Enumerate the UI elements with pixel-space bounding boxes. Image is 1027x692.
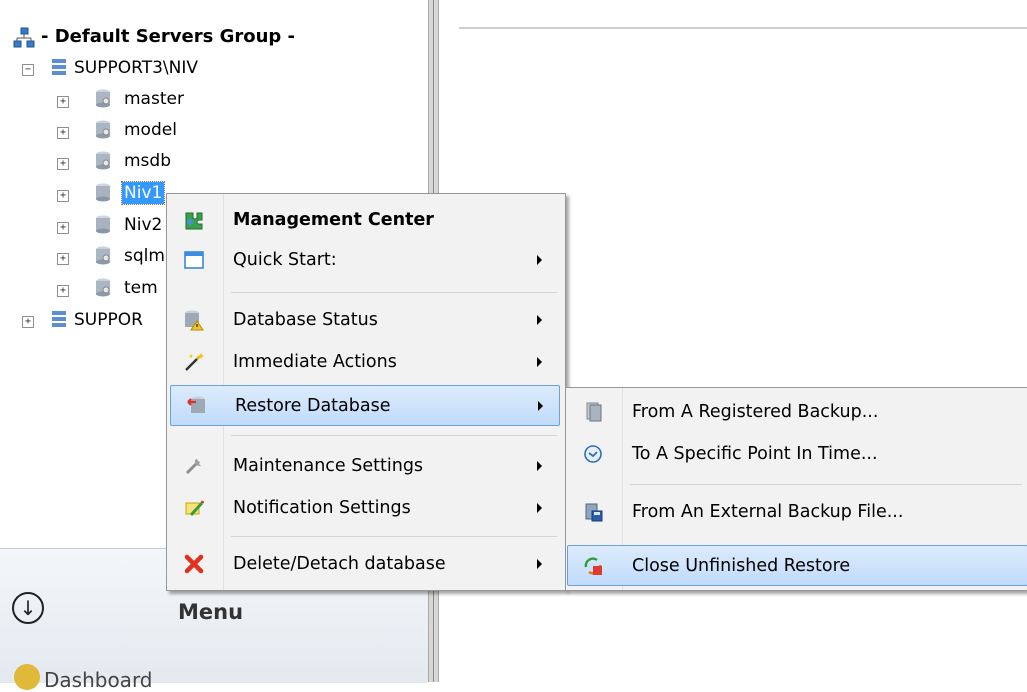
registered-backup-icon bbox=[586, 402, 602, 422]
system-database-icon bbox=[96, 120, 110, 139]
server-stack-icon bbox=[52, 311, 66, 327]
submenu-arrow-icon bbox=[537, 357, 542, 367]
db-node-model[interactable]: model bbox=[122, 119, 179, 141]
magic-wand-icon bbox=[185, 353, 204, 371]
server-2-expand-toggle[interactable]: + bbox=[22, 316, 34, 328]
db-tem-expand-toggle[interactable]: + bbox=[57, 285, 69, 297]
menu-separator bbox=[630, 484, 1022, 485]
menu-item-immediate-actions[interactable]: Immediate Actions bbox=[169, 342, 561, 382]
database-status-icon bbox=[185, 310, 204, 331]
menu-title: Menu bbox=[178, 600, 244, 624]
submenu-arrow-icon bbox=[537, 559, 542, 569]
menu-item-quick-start[interactable]: Quick Start: bbox=[169, 240, 561, 280]
red-x-icon bbox=[184, 554, 204, 574]
db-master-expand-toggle[interactable]: + bbox=[57, 96, 69, 108]
menu-item-to-specific-point-in-time[interactable]: To A Specific Point In Time... bbox=[568, 434, 1026, 474]
server-1-collapse-toggle[interactable]: − bbox=[22, 64, 34, 76]
content-divider bbox=[459, 27, 1027, 29]
server-group-icon bbox=[13, 27, 35, 48]
db-model-expand-toggle[interactable]: + bbox=[57, 127, 69, 139]
db-node-niv2[interactable]: Niv2 bbox=[122, 214, 164, 236]
db-node-tem[interactable]: tem bbox=[122, 277, 160, 299]
menu-item-notification-settings[interactable]: Notification Settings bbox=[169, 488, 561, 528]
db-node-msdb[interactable]: msdb bbox=[122, 150, 173, 172]
dashboard-nav-item[interactable]: Dashboard bbox=[44, 668, 153, 692]
menu-separator bbox=[231, 292, 557, 293]
system-database-icon bbox=[96, 151, 110, 170]
management-center-icon bbox=[185, 212, 203, 230]
system-database-icon bbox=[96, 89, 110, 108]
menu-item-restore-database[interactable]: Restore Database bbox=[170, 385, 560, 426]
wrench-icon bbox=[185, 459, 201, 475]
menu-item-delete-detach-database[interactable]: Delete/Detach database bbox=[169, 544, 561, 584]
database-context-menu: Management Center Quick Start: Database … bbox=[166, 193, 566, 591]
db-niv1-expand-toggle[interactable]: + bbox=[57, 190, 69, 202]
menu-separator bbox=[231, 435, 557, 436]
quick-start-icon bbox=[184, 251, 204, 269]
menu-item-maintenance-settings[interactable]: Maintenance Settings bbox=[169, 446, 561, 486]
close-restore-icon bbox=[584, 557, 602, 575]
submenu-arrow-icon bbox=[537, 255, 542, 265]
submenu-arrow-icon bbox=[537, 503, 542, 513]
menu-item-close-unfinished-restore[interactable]: Close Unfinished Restore bbox=[567, 545, 1027, 586]
db-sqlm-expand-toggle[interactable]: + bbox=[57, 253, 69, 265]
menu-item-from-external-backup-file[interactable]: From An External Backup File... bbox=[568, 492, 1026, 532]
db-msdb-expand-toggle[interactable]: + bbox=[57, 158, 69, 170]
external-backup-file-icon bbox=[585, 503, 603, 522]
clock-icon bbox=[584, 445, 602, 463]
menu-item-database-status[interactable]: Database Status bbox=[169, 300, 561, 340]
user-database-icon bbox=[96, 215, 110, 234]
submenu-arrow-icon bbox=[537, 461, 542, 471]
submenu-arrow-icon bbox=[538, 401, 543, 411]
collapse-arrow-down-icon[interactable]: ↓ bbox=[12, 592, 44, 624]
restore-database-icon bbox=[187, 396, 205, 413]
dashboard-icon bbox=[14, 664, 40, 690]
menu-separator bbox=[231, 536, 557, 537]
submenu-arrow-icon bbox=[537, 315, 542, 325]
db-node-master[interactable]: master bbox=[122, 88, 186, 110]
user-database-icon bbox=[96, 183, 110, 202]
server-stack-icon bbox=[52, 59, 66, 75]
system-database-icon bbox=[96, 278, 110, 297]
restore-database-submenu: From A Registered Backup... To A Specifi… bbox=[565, 387, 1027, 591]
menu-item-from-registered-backup[interactable]: From A Registered Backup... bbox=[568, 392, 1026, 432]
menu-item-management-center[interactable]: Management Center bbox=[169, 200, 561, 240]
server-node-support3-niv[interactable]: SUPPORT3\NIV bbox=[72, 57, 200, 79]
db-node-sqlm[interactable]: sqlm bbox=[122, 245, 167, 267]
system-database-icon bbox=[96, 246, 110, 265]
db-node-niv1[interactable]: Niv1 bbox=[120, 181, 166, 205]
server-node-support-2[interactable]: SUPPOR bbox=[72, 309, 145, 331]
notification-pencil-icon bbox=[185, 500, 205, 517]
server-group-title[interactable]: - Default Servers Group - bbox=[39, 26, 297, 48]
db-niv2-expand-toggle[interactable]: + bbox=[57, 222, 69, 234]
